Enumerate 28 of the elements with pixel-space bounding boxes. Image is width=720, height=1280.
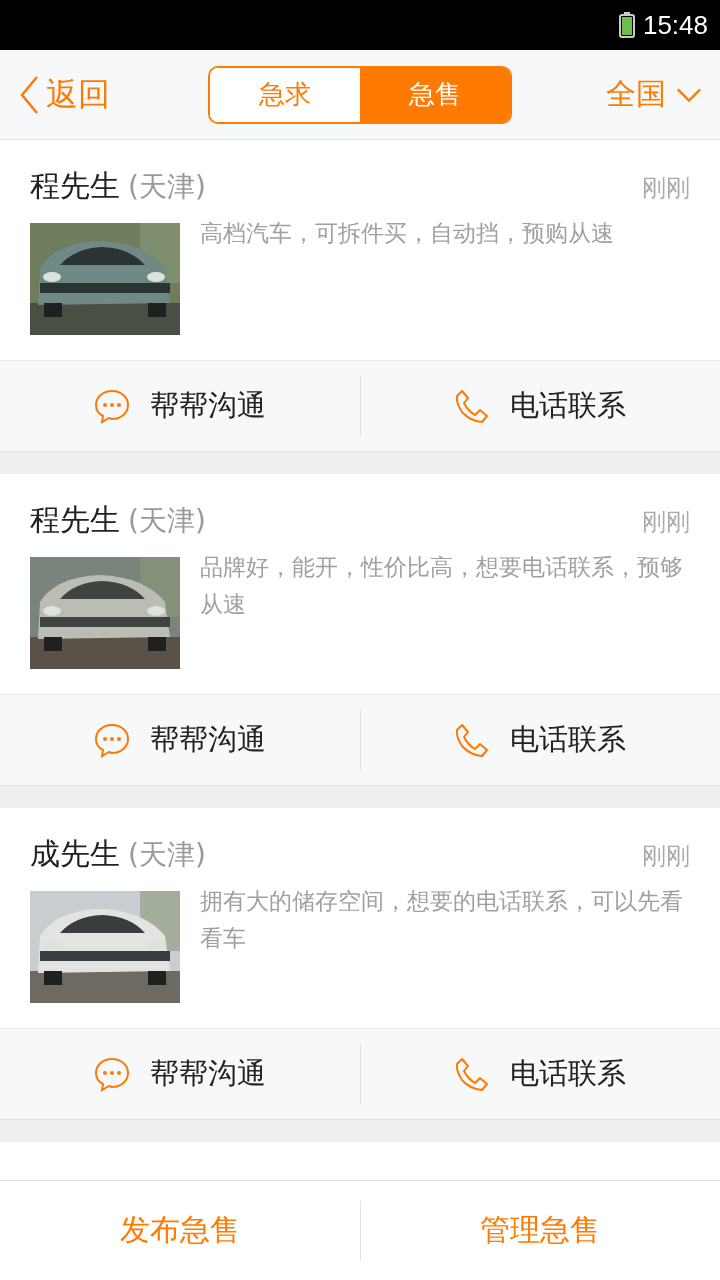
chat-bubble-icon <box>93 1056 130 1092</box>
description: 高档汽车，可拆件买，自动挡，预购从速 <box>200 219 614 248</box>
chat-bubble-icon <box>93 388 130 424</box>
chat-button[interactable]: 帮帮沟通 <box>0 376 360 436</box>
battery-icon <box>618 12 635 38</box>
chat-bubble-icon <box>93 722 130 758</box>
call-button[interactable]: 电话联系 <box>359 376 720 436</box>
seller-name: 成先生 <box>30 835 120 873</box>
seller-city: (天津) <box>128 169 206 205</box>
call-button[interactable]: 电话联系 <box>359 1044 720 1104</box>
seller-city: (天津) <box>128 837 206 873</box>
chevron-down-icon <box>676 86 702 103</box>
description: 品牌好，能开，性价比高，想要电话联系，预够从速 <box>200 553 684 619</box>
chat-button[interactable]: 帮帮沟通 <box>0 1044 360 1104</box>
phone-icon <box>454 388 491 424</box>
description: 拥有大的储存空间，想要的电话联系，可以先看看车 <box>200 887 684 953</box>
phone-icon <box>454 722 491 758</box>
seller-name: 程先生 <box>30 167 120 205</box>
seller-city: (天津) <box>128 503 206 539</box>
post-time: 刚刚 <box>642 507 690 538</box>
post-time: 刚刚 <box>642 841 690 872</box>
post-time: 刚刚 <box>642 173 690 204</box>
phone-icon <box>454 1056 491 1092</box>
call-button[interactable]: 电话联系 <box>359 710 720 770</box>
clock: 15:48 <box>642 9 708 41</box>
chat-button[interactable]: 帮帮沟通 <box>0 710 360 770</box>
chevron-left-icon <box>18 74 40 115</box>
seller-name: 程先生 <box>30 501 120 539</box>
